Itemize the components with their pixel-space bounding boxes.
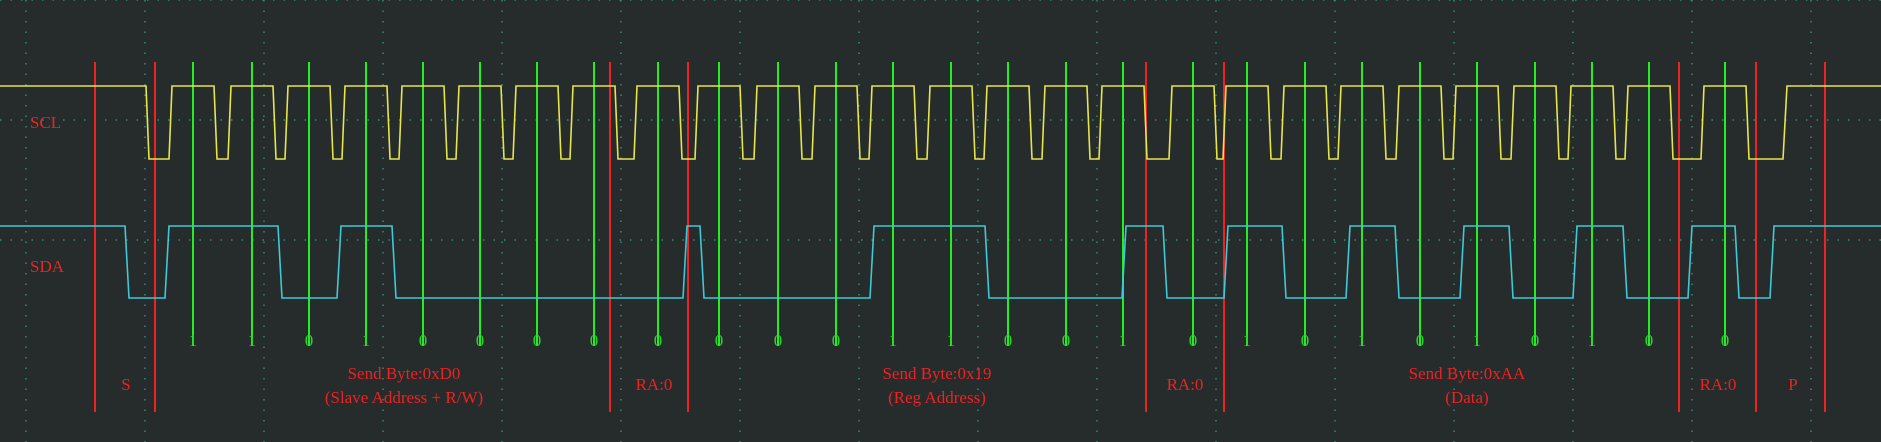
bit-value: 1 [248,331,257,350]
byte3-title: Send Byte:0xAA [1409,364,1526,383]
byte3-description: (Data) [1445,388,1488,407]
bit-value: 1 [1243,331,1252,350]
bit-value: 1 [1473,331,1482,350]
bit-value: 0 [1301,331,1310,350]
byte2-description: (Reg Address) [888,388,986,407]
ack1-label: RA:0 [636,375,673,394]
oscilloscope-display: SCL SDA 1 1 0 1 0 0 0 0 0 0 0 0 1 1 0 0 1 0 1 0 1 0 1 0 1 0 0 S Se… [0,0,1881,442]
bit-value: 0 [832,331,841,350]
bit-value: 0 [1189,331,1198,350]
bit-value: 1 [947,331,956,350]
bit-value: 1 [1358,331,1367,350]
bit-value: 0 [305,331,314,350]
stop-condition-label: P [1788,375,1797,394]
bit-value: 0 [1531,331,1540,350]
bit-value: 0 [774,331,783,350]
byte1-title: Send Byte:0xD0 [348,364,461,383]
bit-value: 1 [1119,331,1128,350]
bit-value: 0 [654,331,663,350]
byte2-title: Send Byte:0x19 [882,364,991,383]
ack2-label: RA:0 [1167,375,1204,394]
sda-channel-label: SDA [30,257,65,276]
bit-value: 0 [533,331,542,350]
bit-value: 1 [362,331,371,350]
bit-value: 0 [419,331,428,350]
byte1-description: (Slave Address + R/W) [325,388,483,407]
bit-value: 0 [1721,331,1730,350]
bit-value: 0 [1004,331,1013,350]
bit-value: 1 [1588,331,1597,350]
scl-channel-label: SCL [30,113,61,132]
bit-value: 0 [1416,331,1425,350]
ack3-label: RA:0 [1700,375,1737,394]
bit-value: 0 [590,331,599,350]
start-condition-label: S [121,375,130,394]
bit-value: 0 [1062,331,1071,350]
bit-value: 1 [189,331,198,350]
bit-value: 0 [1645,331,1654,350]
bit-value: 0 [476,331,485,350]
bit-value: 0 [715,331,724,350]
bit-value: 1 [889,331,898,350]
